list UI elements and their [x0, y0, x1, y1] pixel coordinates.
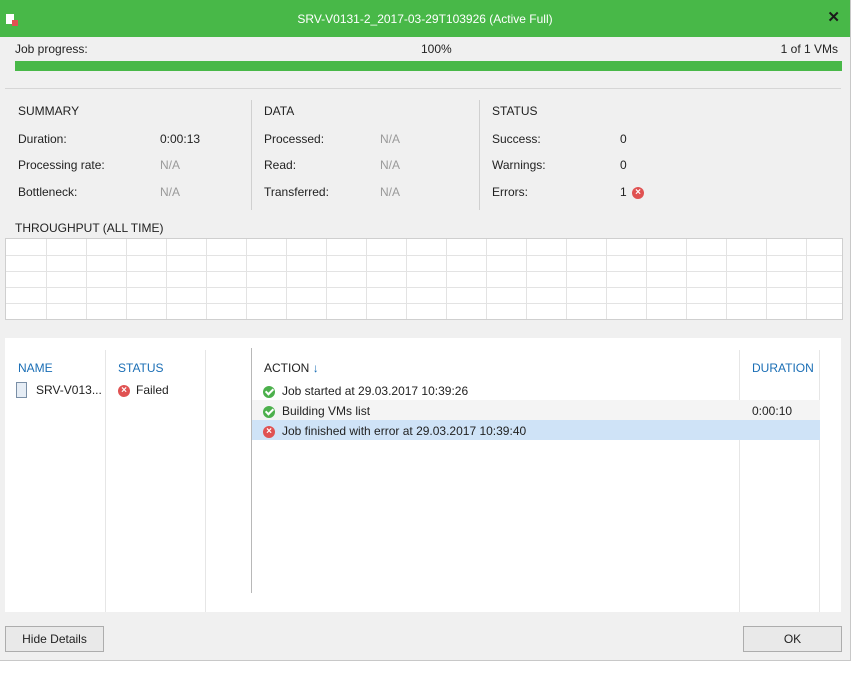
grid-line: [6, 287, 842, 288]
warnings-label: Warnings:: [492, 158, 546, 172]
grid-line: [486, 239, 487, 319]
grid-line: [806, 239, 807, 319]
column-header-action[interactable]: ACTION ↓: [264, 361, 319, 375]
error-icon: ×: [632, 186, 644, 199]
ok-button[interactable]: OK: [743, 626, 842, 652]
column-header-status[interactable]: STATUS: [118, 361, 164, 375]
status-header: STATUS: [492, 104, 538, 118]
grid-line: [646, 239, 647, 319]
grid-line: [206, 239, 207, 319]
app-icon: [6, 14, 18, 26]
vm-name: SRV-V013...: [36, 383, 102, 397]
error-icon: ×: [118, 384, 130, 397]
bottleneck-label: Bottleneck:: [18, 185, 78, 199]
grid-line: [246, 239, 247, 319]
error-icon: ×: [263, 425, 275, 438]
vm-icon: [16, 382, 27, 398]
success-label: Success:: [492, 132, 541, 146]
read-value: N/A: [380, 158, 401, 172]
divider: [5, 88, 841, 89]
read-label: Read:: [264, 158, 297, 172]
job-progress-fill: [15, 61, 842, 71]
success-icon: [263, 405, 275, 418]
details-panel: NAME STATUS SRV-V013... × Failed ACTION …: [5, 338, 841, 612]
close-icon[interactable]: ✕: [827, 10, 840, 25]
processed-value: N/A: [380, 132, 401, 146]
job-progress-label: Job progress:: [15, 42, 88, 56]
job-progress-vm-count: 1 of 1 VMs: [780, 42, 838, 56]
data-header: DATA: [264, 104, 295, 118]
sort-descending-icon: ↓: [312, 361, 319, 375]
divider: [205, 350, 206, 612]
action-duration: 0:00:10: [752, 404, 793, 418]
vm-row[interactable]: SRV-V013... × Failed: [5, 379, 205, 399]
success-value: 0: [620, 132, 627, 146]
column-header-action-label: ACTION: [264, 361, 310, 375]
grid-line: [606, 239, 607, 319]
grid-line: [6, 255, 842, 256]
grid-line: [286, 239, 287, 319]
grid-line: [6, 271, 842, 272]
job-details-window: SRV-V0131-2_2017-03-29T103926 (Active Fu…: [0, 0, 851, 661]
column-header-name[interactable]: NAME: [18, 361, 53, 375]
processing-rate-label: Processing rate:: [18, 158, 105, 172]
grid-line: [166, 239, 167, 319]
duration-value: 0:00:13: [160, 132, 201, 146]
grid-line: [6, 303, 842, 304]
grid-line: [366, 239, 367, 319]
grid-line: [326, 239, 327, 319]
job-progress-percent: 100%: [421, 42, 452, 56]
grid-line: [726, 239, 727, 319]
action-row[interactable]: Building VMs list 0:00:10: [252, 400, 820, 420]
vm-status: Failed: [136, 383, 169, 397]
errors-value: 1: [620, 185, 627, 199]
grid-line: [86, 239, 87, 319]
duration-label: Duration:: [18, 132, 67, 146]
job-progress-bar: [15, 61, 842, 71]
action-text: Job started at 29.03.2017 10:39:26: [282, 384, 469, 398]
hide-details-button[interactable]: Hide Details: [5, 626, 104, 652]
throughput-chart: [5, 238, 843, 320]
grid-line: [686, 239, 687, 319]
action-row[interactable]: Job started at 29.03.2017 10:39:26: [252, 380, 820, 400]
grid-line: [766, 239, 767, 319]
transferred-label: Transferred:: [264, 185, 329, 199]
action-row-selected[interactable]: × Job finished with error at 29.03.2017 …: [252, 420, 820, 440]
grid-line: [526, 239, 527, 319]
processing-rate-value: N/A: [160, 158, 181, 172]
window-title: SRV-V0131-2_2017-03-29T103926 (Active Fu…: [297, 11, 553, 26]
errors-label: Errors:: [492, 185, 528, 199]
column-header-duration[interactable]: DURATION: [752, 361, 814, 375]
summary-header: SUMMARY: [18, 104, 80, 118]
bottleneck-value: N/A: [160, 185, 181, 199]
success-icon: [263, 385, 275, 398]
throughput-header: THROUGHPUT (ALL TIME): [15, 221, 164, 235]
processed-label: Processed:: [264, 132, 325, 146]
grid-line: [406, 239, 407, 319]
grid-line: [46, 239, 47, 319]
action-text: Job finished with error at 29.03.2017 10…: [282, 424, 527, 438]
grid-line: [566, 239, 567, 319]
divider: [479, 100, 480, 210]
background-strip: [0, 661, 858, 673]
title-bar[interactable]: SRV-V0131-2_2017-03-29T103926 (Active Fu…: [0, 0, 850, 37]
divider: [251, 100, 252, 210]
action-text: Building VMs list: [282, 404, 371, 418]
transferred-value: N/A: [380, 185, 401, 199]
warnings-value: 0: [620, 158, 627, 172]
grid-line: [446, 239, 447, 319]
grid-line: [126, 239, 127, 319]
